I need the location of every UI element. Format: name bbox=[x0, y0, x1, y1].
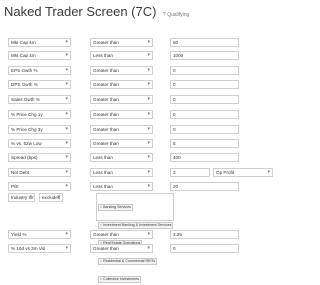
remove-tag-icon[interactable]: × bbox=[100, 205, 102, 209]
field-select[interactable]: Mkt Cap £m bbox=[8, 51, 71, 60]
criteria-row: Yield % Greater than 3.25 bbox=[8, 230, 298, 240]
criteria-row: P/E Less than 20 bbox=[8, 182, 298, 192]
value-input[interactable]: 0 bbox=[170, 80, 239, 89]
excludes-select[interactable]: excludes bbox=[39, 193, 63, 202]
operator-select[interactable]: Greater than bbox=[90, 110, 153, 119]
screen-header: Naked Trader Screen (7C) ? Qualifying bbox=[4, 3, 189, 19]
operator-select[interactable]: Greater than bbox=[90, 244, 153, 253]
value-input[interactable]: 400 bbox=[170, 153, 239, 162]
criteria-row: % 10d vs 3m Vol Greater than 0 bbox=[8, 244, 298, 254]
field-select[interactable]: Yield % bbox=[8, 230, 71, 239]
value-input[interactable]: 0 bbox=[170, 66, 239, 75]
operator-select[interactable]: Less than bbox=[90, 153, 153, 162]
criteria-row: % Price Chg 1y Greater than 0 bbox=[8, 110, 298, 120]
criteria-row: % vs. 52w Low Greater than 5 bbox=[8, 139, 298, 149]
operator-select[interactable]: Greater than bbox=[90, 66, 153, 75]
value-input[interactable]: 3 bbox=[170, 168, 210, 177]
field-select[interactable]: % Price Chg 3y bbox=[8, 125, 71, 134]
value-input[interactable]: 5 bbox=[170, 139, 239, 148]
value-input[interactable]: 0 bbox=[170, 244, 239, 253]
value-input[interactable]: 0 bbox=[170, 125, 239, 134]
operator-select[interactable]: Less than bbox=[90, 168, 153, 177]
field-select[interactable]: EPS Gwth % bbox=[8, 66, 71, 75]
extra-field-select[interactable]: Op Profit bbox=[213, 168, 273, 177]
industry-tag[interactable]: ×Investment Banking & Investment Service… bbox=[98, 222, 174, 229]
value-input[interactable]: 1000 bbox=[170, 51, 239, 60]
operator-select[interactable]: Less than bbox=[90, 182, 153, 191]
remove-tag-icon[interactable]: × bbox=[100, 277, 102, 281]
remove-tag-icon[interactable]: × bbox=[100, 259, 102, 263]
field-select[interactable]: % vs. 52w Low bbox=[8, 139, 71, 148]
industry-criteria-row: Industry Group excludes ×Banking Service… bbox=[8, 193, 298, 283]
value-input[interactable]: 3.25 bbox=[170, 230, 239, 239]
operator-select[interactable]: Greater than bbox=[90, 95, 153, 104]
criteria-row: Spread (bps) Less than 400 bbox=[8, 153, 298, 163]
criteria-row: Sales Gwth % Greater than 0 bbox=[8, 95, 298, 105]
screen-title: Naked Trader Screen (7C) bbox=[4, 4, 157, 19]
criteria-row: Mkt Cap £m Greater than 50 bbox=[8, 38, 298, 48]
industry-field-select[interactable]: Industry Group bbox=[8, 193, 35, 202]
qualifying-count: ? Qualifying bbox=[162, 12, 190, 18]
criteria-row: % Price Chg 3y Greater than 0 bbox=[8, 125, 298, 135]
operator-select[interactable]: Less than bbox=[90, 51, 153, 60]
remove-tag-icon[interactable]: × bbox=[100, 223, 102, 227]
operator-select[interactable]: Greater than bbox=[90, 125, 153, 134]
field-select[interactable]: Mkt Cap £m bbox=[8, 38, 71, 47]
operator-select[interactable]: Greater than bbox=[90, 139, 153, 148]
operator-select[interactable]: Greater than bbox=[90, 80, 153, 89]
operator-select[interactable]: Greater than bbox=[90, 38, 153, 47]
value-input[interactable]: 50 bbox=[170, 38, 239, 47]
criteria-row: EPS Gwth % Greater than 0 bbox=[8, 66, 298, 76]
value-input[interactable]: 0 bbox=[170, 110, 239, 119]
field-select[interactable]: Net Debt bbox=[8, 168, 71, 177]
industry-tag[interactable]: ×Collective Investments bbox=[98, 276, 142, 283]
criteria-row: Mkt Cap £m Less than 1000 bbox=[8, 51, 298, 61]
value-input[interactable]: 0 bbox=[170, 95, 239, 104]
industry-tag-list[interactable]: ×Banking Services ×Investment Banking & … bbox=[96, 193, 174, 283]
industry-tag[interactable]: ×Residential & Commercial REITs bbox=[98, 258, 158, 265]
field-select[interactable]: Sales Gwth % bbox=[8, 95, 71, 104]
field-select[interactable]: % 10d vs 3m Vol bbox=[8, 244, 71, 253]
criteria-row: DPS Gwth % Greater than 0 bbox=[8, 80, 298, 90]
industry-tag[interactable]: ×Banking Services bbox=[98, 204, 133, 211]
value-input[interactable]: 20 bbox=[170, 182, 239, 191]
operator-select[interactable]: Greater than bbox=[90, 230, 153, 239]
field-select[interactable]: Spread (bps) bbox=[8, 153, 71, 162]
criteria-row: Net Debt Less than 3 Op Profit bbox=[8, 168, 298, 178]
field-select[interactable]: % Price Chg 1y bbox=[8, 110, 71, 119]
field-select[interactable]: P/E bbox=[8, 182, 71, 191]
field-select[interactable]: DPS Gwth % bbox=[8, 80, 71, 89]
